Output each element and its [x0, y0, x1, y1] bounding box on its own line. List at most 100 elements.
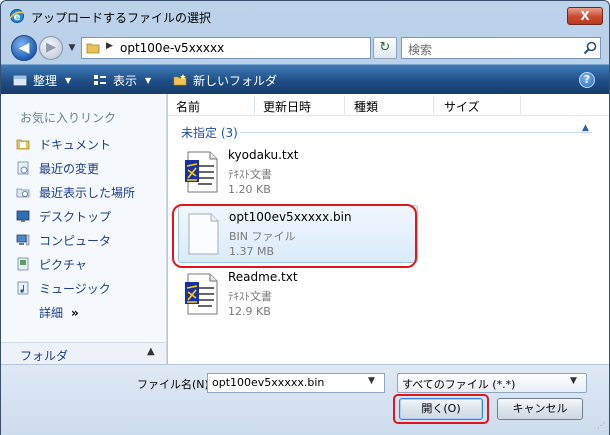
sidebar-item-documents[interactable]: ドキュメント: [16, 136, 111, 156]
address-path[interactable]: opt100e-v5xxxxx: [120, 41, 224, 55]
sidebar-item-label: ミュージック: [39, 282, 111, 296]
dialog-footer: ファイル名(N): opt100ev5xxxxx.bin ▼ すべてのファイル …: [1, 364, 609, 435]
breadcrumb-separator-icon[interactable]: ▶: [106, 41, 113, 51]
file-item-firmware-bin[interactable]: opt100ev5xxxxx.bin BIN ファイル 1.37 MB: [178, 205, 418, 263]
back-button[interactable]: ◀: [11, 35, 37, 61]
filename-value[interactable]: opt100ev5xxxxx.bin: [212, 376, 324, 389]
favorite-links-header: お気に入りリンク: [20, 111, 117, 125]
text-document-icon: [185, 273, 218, 315]
group-header[interactable]: 未指定 (3): [181, 124, 238, 141]
chevron-up-icon: ▲: [147, 346, 155, 357]
forward-button[interactable]: ▶: [39, 36, 63, 60]
file-name: Readme.txt: [228, 270, 298, 284]
file-size: 1.37 MB: [229, 245, 275, 258]
back-arrow-icon: ◀: [18, 40, 30, 56]
file-size: 12.9 KB: [228, 305, 271, 318]
views-dropdown-icon: ▼: [145, 76, 152, 85]
views-icon: [94, 75, 106, 85]
search-icon[interactable]: [582, 40, 598, 56]
file-type-select[interactable]: すべてのファイル (*.*) ▼: [397, 373, 587, 393]
organize-dropdown-icon: ▼: [65, 76, 72, 85]
filename-label: ファイル名(N):: [137, 378, 213, 391]
file-size: 1.20 KB: [228, 183, 271, 196]
column-header-type[interactable]: 種類: [354, 98, 378, 115]
file-open-dialog: e アップロードするファイルの選択 X ◀ ▶ ▼ ▶ opt100e-v5xx…: [0, 0, 610, 435]
column-divider[interactable]: [344, 96, 345, 114]
more-links-label: 詳細: [39, 306, 64, 320]
sidebar-item-label: ドキュメント: [39, 138, 112, 152]
file-name: kyodaku.txt: [228, 148, 299, 162]
sidebar-item-label: デスクトップ: [39, 210, 112, 224]
new-folder-button[interactable]: 新しいフォルダ: [173, 72, 277, 89]
help-button[interactable]: ?: [579, 72, 595, 88]
file-type: ﾃｷｽﾄ文書: [228, 290, 272, 303]
address-row: ◀ ▶ ▼ ▶ opt100e-v5xxxxx ▼ ↻ 検索: [1, 31, 609, 63]
file-name: opt100ev5xxxxx.bin: [229, 210, 352, 224]
search-input[interactable]: 検索: [401, 37, 601, 59]
column-header-modified[interactable]: 更新日時: [263, 98, 311, 115]
file-type: BIN ファイル: [229, 230, 296, 243]
sidebar-item-music[interactable]: ミュージック: [16, 280, 111, 300]
folder-icon: [86, 43, 100, 54]
views-button[interactable]: 表示 ▼: [93, 72, 151, 89]
desktop-icon: [16, 210, 30, 222]
sidebar-item-pictures[interactable]: ピクチャ: [16, 256, 87, 276]
new-folder-label: 新しいフォルダ: [193, 74, 278, 88]
sidebar-item-label: ピクチャ: [39, 258, 87, 272]
column-header-size[interactable]: サイズ: [444, 98, 480, 115]
file-type-dropdown-icon[interactable]: ▼: [570, 376, 577, 386]
address-bar[interactable]: ▶ opt100e-v5xxxxx ▼: [81, 37, 443, 59]
filename-input[interactable]: opt100ev5xxxxx.bin ▼: [207, 373, 385, 393]
cancel-button[interactable]: キャンセル: [497, 398, 583, 420]
organize-icon: [13, 75, 27, 86]
navigation-pane: お気に入りリンク ドキュメント 最近の変更 最近表示した場所 デスクトップ コン…: [1, 94, 167, 364]
column-divider[interactable]: [520, 96, 521, 114]
organize-button[interactable]: 整理 ▼: [13, 72, 71, 89]
sidebar-item-desktop[interactable]: デスクトップ: [16, 208, 111, 228]
recent-changes-icon: [17, 161, 29, 175]
pictures-icon: [17, 257, 29, 271]
refresh-icon: ↻: [379, 40, 391, 55]
sidebar-item-label: 最近表示した場所: [39, 186, 136, 200]
column-divider[interactable]: [254, 96, 255, 114]
computer-icon: [16, 234, 30, 246]
text-document-icon: [185, 151, 218, 193]
file-type: ﾃｷｽﾄ文書: [228, 168, 272, 181]
organize-label: 整理: [33, 74, 58, 88]
open-button[interactable]: 開く(O): [399, 398, 483, 420]
title-bar: e アップロードするファイルの選択 X: [1, 1, 609, 31]
window-title: アップロードするファイルの選択: [31, 11, 212, 25]
search-placeholder: 検索: [408, 43, 433, 57]
blank-file-icon: [188, 213, 219, 255]
double-chevron-icon: »: [71, 306, 79, 320]
sidebar-item-label: 最近の変更: [39, 162, 100, 176]
documents-folder-icon: [16, 139, 30, 150]
column-header-row: 名前 更新日時 種類 サイズ: [168, 94, 609, 116]
music-icon: [17, 281, 29, 295]
group-divider: [240, 132, 592, 133]
command-toolbar: 整理 ▼ 表示 ▼ 新しいフォルダ ?: [1, 64, 609, 94]
refresh-button[interactable]: ↻: [373, 37, 397, 59]
history-dropdown[interactable]: ▼: [65, 39, 79, 57]
folders-toggle[interactable]: フォルダ ▲: [1, 342, 166, 364]
recent-places-icon: [16, 188, 30, 198]
views-label: 表示: [113, 74, 138, 88]
forward-arrow-icon: ▶: [46, 40, 56, 55]
resize-grip-icon[interactable]: ⋰: [597, 421, 607, 431]
column-divider[interactable]: [433, 96, 434, 114]
sidebar-item-computer[interactable]: コンピュータ: [16, 232, 111, 252]
close-button[interactable]: X: [567, 7, 603, 25]
column-header-name[interactable]: 名前: [176, 98, 200, 115]
filename-dropdown-icon[interactable]: ▼: [368, 376, 375, 386]
new-folder-icon: [173, 74, 187, 86]
sidebar-item-label: コンピュータ: [39, 234, 112, 248]
sidebar-item-recent-changes[interactable]: 最近の変更: [16, 160, 99, 180]
chevron-up-icon[interactable]: ▲: [582, 123, 589, 133]
file-type-value: すべてのファイル (*.*): [402, 378, 516, 391]
more-links-button[interactable]: 詳細 »: [39, 304, 79, 321]
folders-label: フォルダ: [20, 349, 69, 363]
file-item-kyodaku[interactable]: kyodaku.txt ﾃｷｽﾄ文書 1.20 KB: [178, 144, 418, 202]
sidebar-item-recent-places[interactable]: 最近表示した場所: [16, 184, 135, 204]
internet-explorer-icon: e: [9, 9, 25, 23]
file-item-readme[interactable]: Readme.txt ﾃｷｽﾄ文書 12.9 KB: [178, 266, 418, 324]
